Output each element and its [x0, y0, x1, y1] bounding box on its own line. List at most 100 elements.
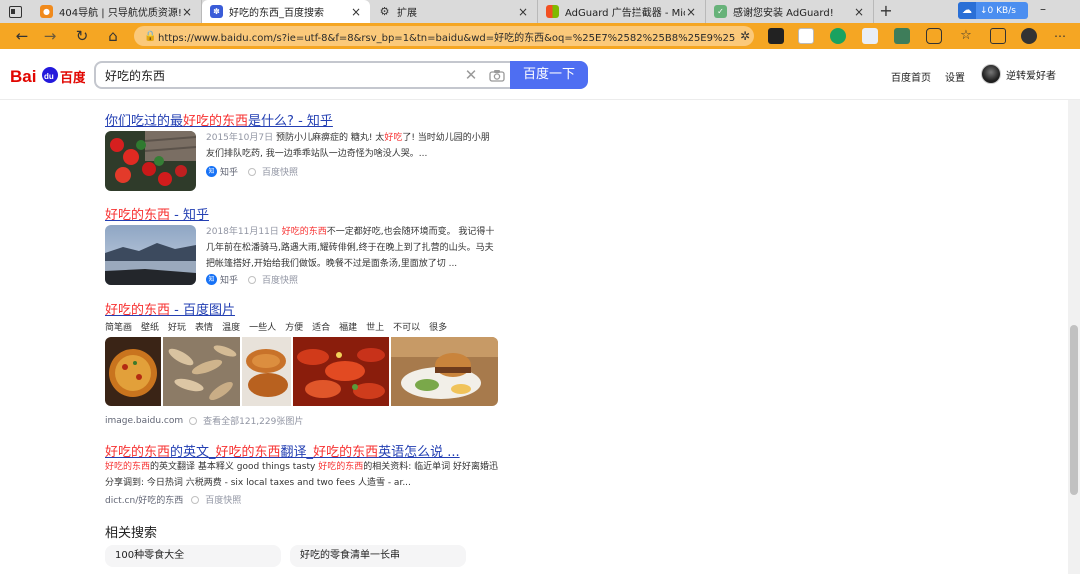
camera-search-icon[interactable]: [482, 69, 512, 82]
settings-link[interactable]: 设置: [945, 69, 965, 84]
reload-button[interactable]: ↻: [72, 26, 92, 46]
result-date: 2018年11月11日: [206, 227, 279, 237]
lake-thumbnail[interactable]: [105, 225, 196, 285]
extension-ublock-icon[interactable]: [768, 28, 784, 44]
tab-title: 404导航 | 只导航优质资源!: [59, 8, 181, 19]
result-date: 2015年10月7日: [206, 133, 274, 143]
image-tag[interactable]: 壁纸: [141, 320, 159, 333]
image-tag[interactable]: 温度: [222, 320, 240, 333]
food-image-crayfish[interactable]: [293, 337, 389, 406]
snapshot-link[interactable]: 百度快照: [262, 273, 298, 286]
microsoft-logo-icon: [546, 5, 559, 18]
tab-404-nav[interactable]: ● 404导航 | 只导航优质资源! ×: [32, 0, 202, 23]
forward-button[interactable]: →: [40, 26, 60, 46]
baidu-logo[interactable]: Bai du 百度: [10, 63, 85, 87]
avatar[interactable]: [981, 64, 1001, 84]
tab-extensions[interactable]: ⚙ 扩展 ×: [370, 0, 538, 23]
address-bar[interactable]: 🔒 https://www.baidu.com/s?ie=utf-8&f=8&r…: [134, 26, 754, 46]
food-image-fried[interactable]: [242, 337, 291, 406]
extensions-puzzle-icon[interactable]: [926, 28, 942, 44]
snippet-text: 预防小儿麻痹症的 糖丸! 太: [275, 133, 385, 143]
title-highlight: 好吃的东西: [183, 114, 249, 129]
result-title-zhihu-topic[interactable]: 好吃的东西 - 知乎: [105, 204, 209, 223]
snippet-highlight: 好吃的东西: [281, 227, 327, 237]
result-title-dict[interactable]: 好吃的东西的英文_好吃的东西翻译_好吃的东西英语怎么说 ...: [105, 441, 460, 460]
food-image-pizza[interactable]: [105, 337, 161, 406]
profile-avatar-icon[interactable]: [1021, 28, 1037, 44]
image-tag[interactable]: 好玩: [168, 320, 186, 333]
extension-bookmark-icon[interactable]: [798, 28, 814, 44]
tab-adguard-thanks[interactable]: ✓ 感谢您安装 AdGuard! ×: [706, 0, 874, 23]
baidu-netdisk-widget[interactable]: ☁ ↓0 KB/s: [958, 2, 1028, 19]
tracking-prevention-icon[interactable]: ✲: [736, 29, 754, 43]
svg-text:du: du: [44, 72, 54, 81]
tab-close-icon[interactable]: ×: [853, 5, 865, 19]
snippet-highlight: 好吃的东西: [105, 462, 151, 472]
snapshot-link[interactable]: 百度快照: [205, 493, 241, 506]
collections-icon[interactable]: [990, 28, 1006, 44]
image-tag[interactable]: 适合: [312, 320, 330, 333]
image-tag[interactable]: 不可以: [393, 320, 420, 333]
snapshot-link[interactable]: 百度快照: [262, 165, 298, 178]
zhihu-logo-icon: 知: [206, 274, 217, 285]
browser-window: ● 404导航 | 只导航优质资源! × ✽ 好吃的东西_百度搜索 × ⚙ 扩展…: [0, 0, 1080, 574]
image-tag-row: 简笔画 壁纸 好玩 表情 温度 一些人 方便 适合 福建 世上 不可以 很多: [105, 320, 456, 333]
source-name[interactable]: 知乎: [220, 165, 238, 178]
back-button[interactable]: ←: [12, 26, 32, 46]
snapshot-icon: [248, 167, 257, 176]
new-tab-button[interactable]: +: [876, 1, 896, 21]
tab-close-icon[interactable]: ×: [350, 5, 362, 19]
image-tag[interactable]: 方便: [285, 320, 303, 333]
lock-icon[interactable]: 🔒: [144, 31, 158, 42]
tab-close-icon[interactable]: ×: [517, 5, 529, 19]
svg-text:Bai: Bai: [10, 67, 36, 86]
image-tag[interactable]: 一些人: [249, 320, 276, 333]
source-name[interactable]: 知乎: [220, 273, 238, 286]
minimize-icon[interactable]: –: [1040, 2, 1046, 16]
baidu-home-link[interactable]: 百度首页: [891, 69, 931, 84]
search-input[interactable]: 好吃的东西 ✕: [94, 61, 512, 89]
snippet-highlight: 好吃: [384, 133, 403, 143]
image-tag[interactable]: 福建: [339, 320, 357, 333]
result-title-baidu-images[interactable]: 好吃的东西 - 百度图片: [105, 299, 235, 318]
tab-close-icon[interactable]: ×: [181, 5, 193, 19]
title-text: 的英文_: [170, 445, 216, 460]
related-search-item[interactable]: 好吃的零食清单一长串: [290, 545, 466, 567]
source-url[interactable]: dict.cn/好吃的东西: [105, 493, 183, 506]
related-search-item[interactable]: 100种零食大全: [105, 545, 281, 567]
zhihu-logo-icon: 知: [206, 166, 217, 177]
title-text: - 百度图片: [170, 303, 235, 318]
result-title-zhihu-question[interactable]: 你们吃过的最好吃的东西是什么? - 知乎: [105, 110, 333, 129]
image-tag[interactable]: 很多: [429, 320, 447, 333]
result-source: dict.cn/好吃的东西 百度快照: [105, 493, 241, 506]
food-image-shrimp[interactable]: [163, 337, 240, 406]
scrollbar-thumb[interactable]: [1070, 325, 1078, 495]
search-button[interactable]: 百度一下: [510, 61, 588, 89]
snapshot-icon: [191, 495, 200, 504]
search-query-text: 好吃的东西: [105, 68, 166, 83]
image-tag[interactable]: 表情: [195, 320, 213, 333]
flowers-thumbnail[interactable]: [105, 131, 196, 191]
download-speed: ↓0 KB/s: [980, 5, 1016, 16]
username[interactable]: 逆转爱好者: [1006, 67, 1056, 82]
view-all-images-link[interactable]: 查看全部121,229张图片: [203, 414, 303, 427]
tab-close-icon[interactable]: ×: [685, 5, 697, 19]
image-tag[interactable]: 简笔画: [105, 320, 132, 333]
extension-grammarly-icon[interactable]: [830, 28, 846, 44]
tab-baidu-search[interactable]: ✽ 好吃的东西_百度搜索 ×: [202, 0, 370, 23]
extension-shield-icon[interactable]: [862, 28, 878, 44]
image-tag[interactable]: 世上: [366, 320, 384, 333]
food-image-burger[interactable]: [391, 337, 498, 406]
image-domain[interactable]: image.baidu.com: [105, 416, 183, 426]
clear-search-icon[interactable]: ✕: [460, 66, 482, 84]
more-menu-icon[interactable]: ⋯: [1052, 28, 1068, 44]
window-menu-icon[interactable]: [6, 3, 24, 20]
result-snippet: 好吃的东西的英文翻译 基本释义 good things tasty 好吃的东西的…: [105, 459, 500, 491]
title-text: 翻译_: [280, 445, 314, 460]
favorites-star-icon[interactable]: ☆: [958, 28, 974, 44]
home-button[interactable]: ⌂: [103, 26, 123, 46]
tab-title: AdGuard 广告拦截器 - Microsoft: [565, 8, 685, 19]
tab-title: 好吃的东西_百度搜索: [229, 8, 324, 19]
tab-adguard-store[interactable]: AdGuard 广告拦截器 - Microsoft ×: [538, 0, 706, 23]
extension-adguard-icon[interactable]: [894, 28, 910, 44]
